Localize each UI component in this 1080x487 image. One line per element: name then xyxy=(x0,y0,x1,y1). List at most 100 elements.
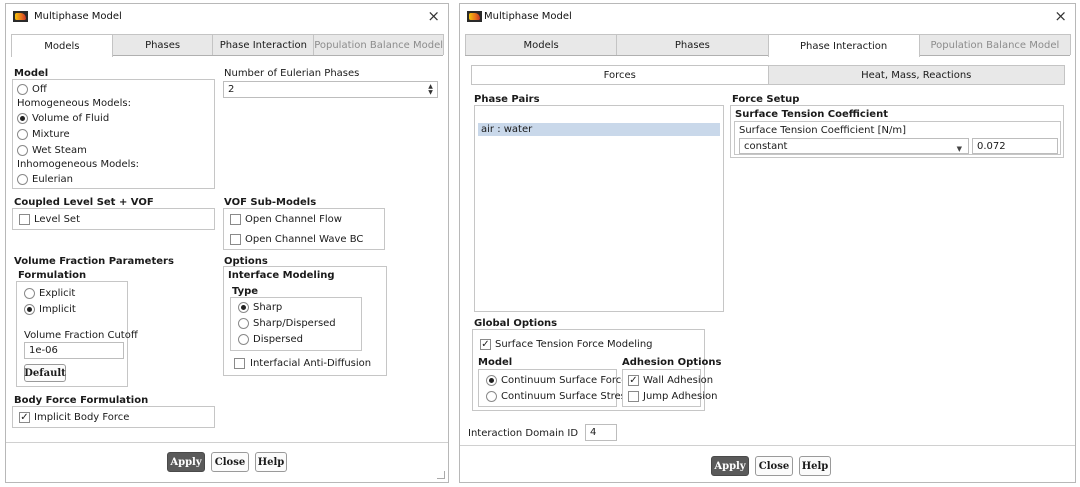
implicit-body-force-label: Implicit Body Force xyxy=(34,412,130,423)
radio-mixture-label: Mixture xyxy=(32,129,70,140)
type-heading: Type xyxy=(232,286,259,297)
volume-fraction-cutoff-label: Volume Fraction Cutoff xyxy=(24,330,138,341)
close-icon[interactable]: × xyxy=(1054,7,1067,25)
apply-button[interactable]: Apply xyxy=(167,452,205,472)
phase-pairs-list[interactable]: air : water xyxy=(474,105,724,312)
surface-tension-group: Surface Tension Coefficient Surface Tens… xyxy=(730,105,1064,158)
jump-adhesion-label: Jump Adhesion xyxy=(643,391,718,402)
radio-explicit[interactable] xyxy=(24,288,35,299)
subtab-heat-mass-reactions[interactable]: Heat, Mass, Reactions xyxy=(767,65,1065,85)
model-heading: Model xyxy=(478,357,513,368)
interface-type-group: Sharp Sharp/Dispersed Dispersed xyxy=(230,297,362,351)
radio-implicit-label: Implicit xyxy=(39,304,76,315)
radio-sharp-dispersed-label: Sharp/Dispersed xyxy=(253,318,336,329)
interaction-domain-id-input[interactable]: 4 xyxy=(585,424,617,441)
radio-eulerian-label: Eulerian xyxy=(32,174,73,185)
homogeneous-models-label: Homogeneous Models: xyxy=(17,98,131,109)
dialog-title: Multiphase Model xyxy=(484,11,572,22)
radio-implicit[interactable] xyxy=(24,304,35,315)
body-force-formulation-heading: Body Force Formulation xyxy=(14,395,149,406)
options-group: Interface Modeling Type Sharp Sharp/Disp… xyxy=(223,266,387,376)
fluent-app-icon xyxy=(467,11,482,22)
radio-volume-of-fluid-label: Volume of Fluid xyxy=(32,113,110,124)
implicit-body-force-checkbox[interactable]: ✓ xyxy=(19,412,30,423)
radio-wet-steam[interactable] xyxy=(17,145,28,156)
tab-population-balance-model: Population Balance Model xyxy=(918,34,1071,55)
tab-models[interactable]: Models xyxy=(465,34,618,55)
radio-continuum-surface-stress[interactable] xyxy=(486,391,497,402)
radio-dispersed[interactable] xyxy=(238,334,249,345)
tab-bar: Models Phases Phase Interaction Populati… xyxy=(465,34,1071,57)
body-force-group: ✓ Implicit Body Force xyxy=(12,406,215,428)
coupled-level-set-heading: Coupled Level Set + VOF xyxy=(14,197,154,208)
radio-wet-steam-label: Wet Steam xyxy=(32,145,87,156)
radio-off-label: Off xyxy=(32,84,47,95)
surface-tension-value-input[interactable]: 0.072 xyxy=(972,138,1058,154)
open-channel-flow-label: Open Channel Flow xyxy=(245,214,342,225)
radio-volume-of-fluid[interactable] xyxy=(17,113,28,124)
interfacial-anti-diffusion-label: Interfacial Anti-Diffusion xyxy=(250,358,372,369)
close-button[interactable]: Close xyxy=(755,456,793,476)
force-model-group: Continuum Surface Force Continuum Surfac… xyxy=(478,369,631,407)
eulerian-phases-spinner[interactable]: 2 ▲ ▼ xyxy=(223,81,438,98)
help-button[interactable]: Help xyxy=(255,452,287,472)
interaction-domain-id-value: 4 xyxy=(590,427,597,438)
open-channel-flow-checkbox[interactable] xyxy=(230,214,241,225)
wall-adhesion-checkbox[interactable]: ✓ xyxy=(628,375,639,386)
coupled-level-set-group: Level Set xyxy=(12,208,215,230)
surface-tension-coefficient-heading: Surface Tension Coefficient xyxy=(735,109,888,120)
multiphase-model-dialog-phase-interaction: Multiphase Model × Models Phases Phase I… xyxy=(459,3,1076,483)
tab-phase-interaction[interactable]: Phase Interaction xyxy=(212,34,315,55)
surface-tension-force-modeling-checkbox[interactable]: ✓ xyxy=(480,339,491,350)
tab-models[interactable]: Models xyxy=(11,34,113,57)
dialog-title: Multiphase Model xyxy=(34,11,122,22)
tab-phase-interaction[interactable]: Phase Interaction xyxy=(767,34,920,57)
surface-tension-method-dropdown[interactable]: constant ▼ xyxy=(739,138,969,154)
inhomogeneous-models-label: Inhomogeneous Models: xyxy=(17,159,140,170)
phase-pairs-heading: Phase Pairs xyxy=(474,94,540,105)
radio-continuum-surface-force[interactable] xyxy=(486,375,497,386)
radio-sharp[interactable] xyxy=(238,302,249,313)
help-button[interactable]: Help xyxy=(799,456,831,476)
volume-fraction-cutoff-input[interactable]: 1e-06 xyxy=(24,342,124,359)
surface-tension-inner-group: Surface Tension Coefficient [N/m] consta… xyxy=(734,121,1061,155)
jump-adhesion-checkbox[interactable] xyxy=(628,391,639,402)
surface-tension-method-value: constant xyxy=(744,141,788,152)
open-channel-wave-bc-label: Open Channel Wave BC xyxy=(245,234,364,245)
radio-continuum-surface-stress-label: Continuum Surface Stress xyxy=(501,391,632,402)
list-item[interactable]: air : water xyxy=(478,123,720,136)
tab-population-balance-model: Population Balance Model xyxy=(313,34,445,55)
surface-tension-value: 0.072 xyxy=(977,141,1006,152)
level-set-checkbox[interactable] xyxy=(19,214,30,225)
global-options-heading: Global Options xyxy=(474,318,558,329)
subtab-forces[interactable]: Forces xyxy=(471,65,769,85)
spin-down-icon[interactable]: ▼ xyxy=(426,90,435,96)
tab-phases[interactable]: Phases xyxy=(616,34,769,55)
resize-grip-icon[interactable] xyxy=(437,471,445,479)
apply-button[interactable]: Apply xyxy=(711,456,749,476)
interfacial-anti-diffusion-checkbox[interactable] xyxy=(234,358,245,369)
global-options-group: ✓ Surface Tension Force Modeling Model C… xyxy=(472,329,721,411)
title-bar[interactable]: Multiphase Model × xyxy=(6,4,448,30)
level-set-label: Level Set xyxy=(34,214,80,225)
title-bar[interactable]: Multiphase Model × xyxy=(460,4,1075,30)
close-button[interactable]: Close xyxy=(211,452,249,472)
radio-off[interactable] xyxy=(17,84,28,95)
footer-divider xyxy=(460,445,1075,446)
eulerian-phases-value: 2 xyxy=(228,84,235,95)
adhesion-options-heading: Adhesion Options xyxy=(622,357,722,368)
default-button[interactable]: Default xyxy=(24,364,66,382)
open-channel-wave-bc-checkbox[interactable] xyxy=(230,234,241,245)
tab-bar: Models Phases Phase Interaction Populati… xyxy=(11,34,445,57)
radio-mixture[interactable] xyxy=(17,129,28,140)
tab-phases[interactable]: Phases xyxy=(111,34,214,55)
radio-sharp-dispersed[interactable] xyxy=(238,318,249,329)
radio-dispersed-label: Dispersed xyxy=(253,334,304,345)
volume-fraction-parameters-heading: Volume Fraction Parameters xyxy=(14,256,174,267)
volume-fraction-cutoff-value: 1e-06 xyxy=(29,345,58,356)
chevron-down-icon: ▼ xyxy=(956,145,962,153)
vof-sub-models-heading: VOF Sub-Models xyxy=(224,197,317,208)
close-icon[interactable]: × xyxy=(427,7,440,25)
radio-eulerian[interactable] xyxy=(17,174,28,185)
formulation-group: Explicit Implicit Volume Fraction Cutoff… xyxy=(16,281,138,387)
